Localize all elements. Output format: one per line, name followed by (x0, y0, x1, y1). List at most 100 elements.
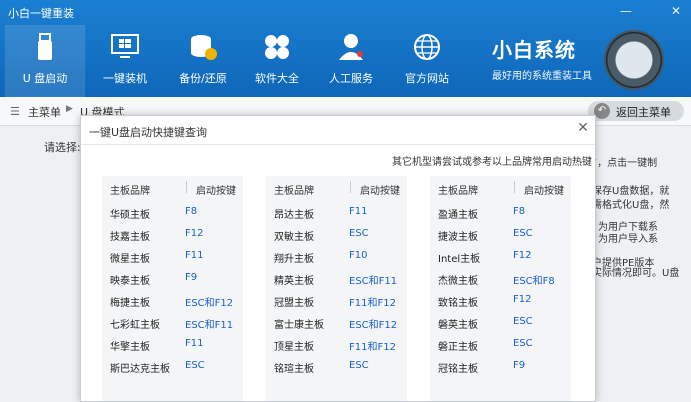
backup-restore-icon (191, 35, 217, 60)
table-row: 斯巴达克主板 ESC (102, 356, 243, 376)
key-cell: F11 (185, 338, 204, 349)
key-cell: ESC和F8 (513, 276, 555, 287)
service-person-icon (339, 34, 363, 60)
dialog-note: 其它机型请尝试或参考以上品牌常用启动热键 (392, 157, 592, 168)
nav-one-click-install[interactable]: 一键装机 (86, 26, 164, 96)
table-row: 映泰主板 F9 (102, 268, 243, 288)
key-cell: F11 (349, 206, 368, 217)
key-cell: F12 (513, 294, 532, 305)
key-cell: F8 (185, 206, 198, 217)
brand-logo (604, 30, 664, 90)
brand-cell: 富士康主板 (274, 320, 324, 331)
header-divider (514, 181, 515, 193)
table-row: 捷波主板 ESC (430, 224, 571, 244)
bg-text: 需格式化U盘，然 (592, 200, 670, 211)
brand-cell: 磐正主板 (438, 342, 478, 353)
key-cell: F11和F12 (349, 342, 396, 353)
brand-cell: 微星主板 (110, 254, 150, 265)
back-arrow-icon: ↶ (594, 103, 610, 119)
table-row: 昂达主板 F11 (266, 202, 407, 222)
key-cell: F11和F12 (349, 298, 396, 309)
table-row: 翔升主板 F10 (266, 246, 407, 266)
key-cell: F9 (185, 272, 198, 283)
back-to-main-button[interactable]: ↶ 返回主菜单 (588, 101, 684, 121)
header-divider (186, 181, 187, 193)
nav-label: 官方网站 (405, 72, 449, 85)
hotkey-column: 主板品牌 启动按键 昂达主板 F11 双敏主板 ESC 翔升主板 F10 精英主板 ES… (266, 176, 407, 401)
menu-icon: ☰ (10, 105, 20, 118)
table-row: 杰微主板 ESC和F8 (430, 268, 571, 288)
key-cell: ESC和F12 (185, 298, 234, 309)
table-row: 富士康主板 ESC和F12 (266, 312, 407, 332)
key-cell: ESC和F11 (185, 320, 234, 331)
key-cell: ESC (185, 360, 205, 371)
bg-text: 实际情况即可。U盘 (592, 268, 680, 279)
usb-drive-icon (38, 33, 52, 60)
key-cell: F8 (513, 206, 526, 217)
dialog-title: 一键U盘启动快捷键查询 (89, 126, 208, 139)
dialog-close-icon[interactable]: ✕ (576, 121, 590, 135)
brand-cell: 捷波主板 (438, 232, 478, 243)
windows-monitor-icon (111, 34, 139, 58)
brand-cell: 顶星主板 (274, 342, 314, 353)
bg-text: ”，点击一键制 (592, 158, 658, 169)
bg-text: 为用户导入系 (598, 234, 658, 245)
key-cell: F12 (513, 250, 532, 261)
nav-label: 人工服务 (329, 72, 373, 85)
select-label: 请选择: (44, 141, 81, 154)
brand-subtitle: 最好用的系统重装工具 (492, 71, 592, 82)
key-cell: ESC (349, 360, 369, 371)
breadcrumb-root[interactable]: 主菜单 (28, 104, 61, 120)
brand-cell: 铭瑄主板 (274, 364, 314, 375)
nav-usb-boot[interactable]: U 盘启动 (5, 25, 85, 97)
key-cell: ESC和F11 (349, 276, 398, 287)
table-row: 七彩虹主板 ESC和F11 (102, 312, 243, 332)
brand-cell: 盈通主板 (438, 210, 478, 221)
table-row: 致铭主板 F12 (430, 290, 571, 310)
brand-cell: 技嘉主板 (110, 232, 150, 243)
nav-software[interactable]: 软件大全 (238, 26, 316, 96)
key-cell: F10 (349, 250, 368, 261)
table-row: 冠铭主板 F9 (430, 356, 571, 376)
hotkey-dialog: 一键U盘启动快捷键查询 ✕ 其它机型请尝试或参考以上品牌常用启动热键 主板品牌 … (80, 115, 596, 402)
table-row: 冠盟主板 F11和F12 (266, 290, 407, 310)
key-cell: F9 (513, 360, 526, 371)
key-cell: ESC (349, 228, 369, 239)
nav-label: U 盘启动 (22, 72, 68, 85)
brand-cell: 冠盟主板 (274, 298, 314, 309)
nav-backup-restore[interactable]: 备份/还原 (164, 26, 242, 96)
nav-service[interactable]: 人工服务 (312, 26, 390, 96)
table-row: Intel主板 F12 (430, 246, 571, 266)
globe-icon (414, 34, 440, 60)
software-grid-icon (265, 35, 289, 59)
back-button-label: 返回主菜单 (616, 106, 671, 119)
brand-cell: Intel主板 (438, 254, 481, 265)
brand-cell: 翔升主板 (274, 254, 314, 265)
nav-label: 备份/还原 (179, 72, 227, 85)
window-title: 小白一键重装 (8, 7, 74, 20)
table-row: 精英主板 ESC和F11 (266, 268, 407, 288)
table-row: 盈通主板 F8 (430, 202, 571, 222)
dialog-divider (81, 144, 595, 145)
table-row: 微星主板 F11 (102, 246, 243, 266)
column-header-key: 启动按键 (524, 186, 564, 197)
brand-cell: 映泰主板 (110, 276, 150, 287)
table-row: 技嘉主板 F12 (102, 224, 243, 244)
top-header: 小白一键重装 — ✕ U 盘启动 一键装机 备份/还原 软件大全 人工服务 官方… (0, 0, 691, 97)
table-row: 磐正主板 ESC (430, 334, 571, 354)
table-row: 顶星主板 F11和F12 (266, 334, 407, 354)
close-button[interactable]: ✕ (667, 2, 685, 20)
key-cell: ESC和F12 (349, 320, 398, 331)
minimize-button[interactable]: — (617, 2, 635, 20)
key-cell: ESC (513, 338, 533, 349)
table-row: 梅捷主板 ESC和F12 (102, 290, 243, 310)
table-row: 华擎主板 F11 (102, 334, 243, 354)
brand-cell: 昂达主板 (274, 210, 314, 221)
brand-cell: 精英主板 (274, 276, 314, 287)
breadcrumb-separator-icon: ▶ (66, 104, 73, 114)
brand-cell: 杰微主板 (438, 276, 478, 287)
key-cell: ESC (513, 316, 533, 327)
nav-website[interactable]: 官方网站 (388, 26, 466, 96)
brand-cell: 七彩虹主板 (110, 320, 160, 331)
key-cell: F12 (185, 228, 204, 239)
